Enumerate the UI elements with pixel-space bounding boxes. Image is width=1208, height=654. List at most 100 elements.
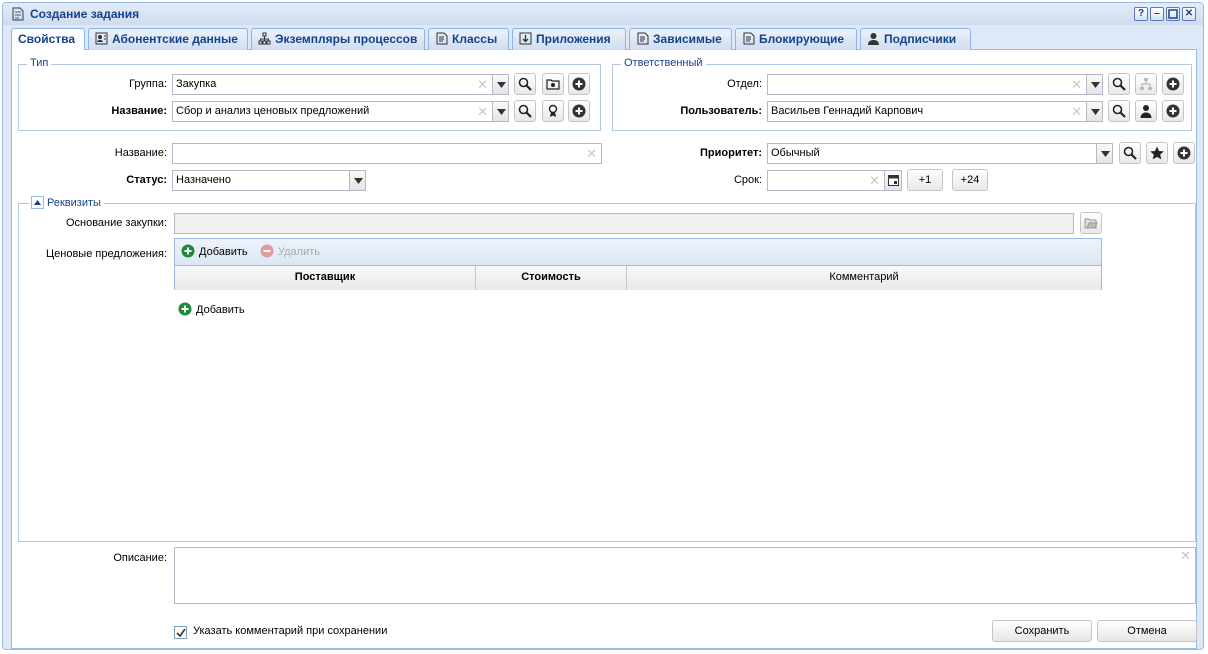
minimize-icon[interactable]: – <box>1150 7 1164 21</box>
group-value: Закупка <box>176 78 217 90</box>
type-name-dropdown-trigger[interactable] <box>492 101 509 122</box>
tab-label: Подписчики <box>884 32 957 46</box>
tab-subscriber-data[interactable]: Абонентские данные <box>88 28 248 50</box>
type-name-combo-input[interactable]: Сбор и анализ ценовых предложений ✕ <box>172 101 493 122</box>
clear-icon[interactable]: ✕ <box>586 144 597 163</box>
column-header-supplier[interactable]: Поставщик <box>175 266 476 290</box>
add-circle-icon <box>572 77 586 91</box>
clear-icon[interactable]: ✕ <box>869 171 880 190</box>
collapse-toggle[interactable] <box>31 196 44 209</box>
deadline-plus1-button[interactable]: +1 <box>907 169 943 191</box>
chevron-up-icon <box>34 200 41 205</box>
status-label: Статус: <box>126 174 167 186</box>
status-combo-input[interactable]: Назначено <box>172 170 350 191</box>
document-icon <box>637 32 649 45</box>
group-add-button[interactable] <box>568 73 590 95</box>
deadline-plus24-button[interactable]: +24 <box>952 169 988 191</box>
name-type-label: Название: <box>111 105 167 117</box>
window-title: Создание задания <box>30 7 140 21</box>
calendar-icon <box>888 175 899 186</box>
tab-attachments[interactable]: Приложения <box>512 28 626 50</box>
group-combo-input[interactable]: Закупка ✕ <box>172 74 493 95</box>
save-button[interactable]: Сохранить <box>992 620 1092 642</box>
priority-star-button[interactable] <box>1146 142 1168 164</box>
user-select-button[interactable] <box>1135 100 1157 122</box>
column-header-comment[interactable]: Комментарий <box>627 266 1101 290</box>
user-combo-input[interactable]: Васильев Геннадий Карпович ✕ <box>767 101 1087 122</box>
help-icon[interactable]: ? <box>1134 7 1148 21</box>
tab-classes[interactable]: Классы <box>428 28 509 50</box>
add-circle-icon <box>1166 104 1180 118</box>
type-name-award-button[interactable] <box>542 100 564 122</box>
add-circle-icon <box>1177 146 1191 160</box>
priority-search-button[interactable] <box>1119 142 1141 164</box>
status-value: Назначено <box>176 174 231 186</box>
description-textarea[interactable]: ✕ <box>174 547 1196 604</box>
priority-value: Обычный <box>771 147 820 159</box>
download-icon <box>519 32 532 45</box>
chevron-down-icon <box>497 82 506 88</box>
basis-input[interactable] <box>174 213 1074 234</box>
group-folder-button[interactable] <box>542 73 564 95</box>
offers-grid: Добавить Удалить Поставщик Стоимость Ком… <box>174 238 1102 290</box>
type-name-search-button[interactable] <box>514 100 536 122</box>
deadline-calendar-trigger[interactable] <box>884 170 902 191</box>
department-dropdown-trigger[interactable] <box>1086 74 1103 95</box>
deadline-date-input[interactable]: ✕ <box>767 170 885 191</box>
department-add-button[interactable] <box>1162 73 1184 95</box>
task-creation-window: Создание задания ? – ✕ Свойства Абонентс… <box>2 2 1204 650</box>
contact-card-icon <box>95 32 108 45</box>
window-titlebar[interactable]: Создание задания ? – ✕ <box>3 3 1203 25</box>
group-dropdown-trigger[interactable] <box>492 74 509 95</box>
clear-icon[interactable]: ✕ <box>1071 102 1082 121</box>
priority-combo-input[interactable]: Обычный <box>767 143 1097 164</box>
tab-dependent[interactable]: Зависимые <box>629 28 732 50</box>
comment-checkbox[interactable] <box>174 626 187 639</box>
search-icon <box>518 77 532 91</box>
add-offer-link[interactable]: Добавить <box>178 302 245 316</box>
priority-add-button[interactable] <box>1173 142 1195 164</box>
folder-camera-icon <box>546 79 560 90</box>
user-dropdown-trigger[interactable] <box>1086 101 1103 122</box>
add-circle-icon <box>1166 77 1180 91</box>
tab-label: Приложения <box>536 32 611 46</box>
tab-blocking[interactable]: Блокирующие <box>735 28 857 50</box>
offers-delete-button[interactable]: Удалить <box>260 244 320 258</box>
column-header-cost[interactable]: Стоимость <box>476 266 627 290</box>
tab-bar: Свойства Абонентские данные Экземпляры п… <box>11 26 1197 51</box>
department-combo-input[interactable]: ✕ <box>767 74 1087 95</box>
status-dropdown-trigger[interactable] <box>349 170 366 191</box>
user-search-button[interactable] <box>1108 100 1130 122</box>
award-icon <box>548 104 558 117</box>
tab-label: Абонентские данные <box>112 32 238 46</box>
clear-icon[interactable]: ✕ <box>477 102 488 121</box>
comment-checkbox-label[interactable]: Указать комментарий при сохранении <box>193 625 387 637</box>
close-icon[interactable]: ✕ <box>1182 7 1196 21</box>
department-structure-button[interactable] <box>1135 73 1157 95</box>
department-label: Отдел: <box>727 78 762 90</box>
tab-process-instances[interactable]: Экземпляры процессов <box>251 28 425 50</box>
tab-subscribers[interactable]: Подписчики <box>860 28 971 50</box>
chevron-down-icon <box>497 109 506 115</box>
offers-label: Ценовые предложения: <box>46 248 167 260</box>
basis-open-button[interactable] <box>1080 212 1102 234</box>
hierarchy-icon <box>258 32 271 45</box>
star-icon <box>1150 146 1164 160</box>
user-add-button[interactable] <box>1162 100 1184 122</box>
clear-icon[interactable]: ✕ <box>477 75 488 94</box>
clear-icon[interactable]: ✕ <box>1180 548 1191 564</box>
group-search-button[interactable] <box>514 73 536 95</box>
tab-label: Экземпляры процессов <box>275 32 418 46</box>
cancel-button[interactable]: Отмена <box>1097 620 1197 642</box>
priority-dropdown-trigger[interactable] <box>1096 143 1113 164</box>
tab-label: Зависимые <box>653 32 722 46</box>
maximize-icon[interactable] <box>1166 7 1180 21</box>
department-search-button[interactable] <box>1108 73 1130 95</box>
offers-add-button[interactable]: Добавить <box>181 244 248 258</box>
tab-properties[interactable]: Свойства <box>11 28 85 51</box>
responsible-legend: Ответственный <box>621 57 706 69</box>
properties-panel: Тип Группа: Закупка ✕ Название: Сбор и ан… <box>11 50 1197 649</box>
clear-icon[interactable]: ✕ <box>1071 75 1082 94</box>
type-name-add-button[interactable] <box>568 100 590 122</box>
task-name-input[interactable]: ✕ <box>172 143 602 164</box>
